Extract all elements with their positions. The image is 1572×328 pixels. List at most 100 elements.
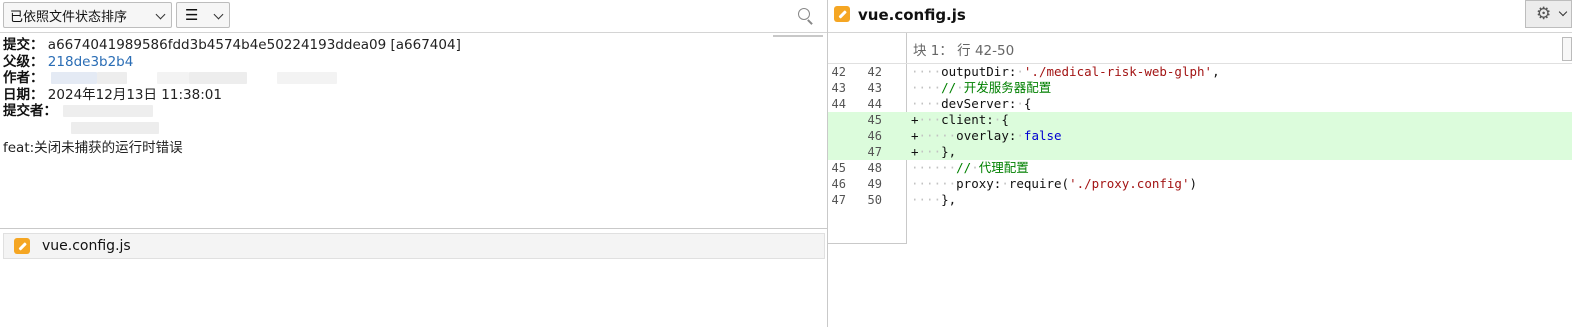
- code-token: ·: [1016, 64, 1024, 79]
- code-token: overlay:: [956, 128, 1017, 143]
- whitespace-marker: ······: [911, 160, 957, 175]
- old-line-number: 47: [831, 193, 846, 207]
- diff-pane: vue.config.js ⚙ 块 1： 行 42-50 42 42 ····out…: [828, 0, 1572, 327]
- old-line-number: 43: [831, 81, 846, 95]
- code-token: 开发服务器配置: [963, 80, 1052, 95]
- committer-redacted: [63, 105, 154, 117]
- old-line-number: 44: [831, 97, 846, 111]
- diff-code: 42 42 ····outputDir:·'./medical-risk-web-g…: [828, 64, 1572, 208]
- diff-line-context[interactable]: 46 49 ······proxy:·require('./proxy.config…: [828, 176, 1572, 192]
- code-token: ·: [956, 80, 964, 95]
- new-line-number: 45: [867, 113, 882, 127]
- file-list-item[interactable]: vue.config.js: [3, 233, 825, 259]
- code-token: //: [941, 80, 957, 95]
- pencil-icon: [14, 238, 30, 254]
- code-text: +·····overlay:·false: [911, 128, 1062, 144]
- new-line-number: 46: [867, 129, 882, 143]
- new-line-number: 49: [867, 177, 882, 191]
- author-redacted: [96, 72, 127, 84]
- commit-label: 提交：: [3, 37, 44, 53]
- whitespace-marker: ····: [911, 64, 942, 79]
- code-token: require(: [1008, 176, 1070, 191]
- diff-header: vue.config.js ⚙: [828, 0, 1572, 33]
- commit-row: 提交： a6674041989586fdd3b4574b4e50224193dd…: [3, 37, 461, 54]
- parent-label: 父级：: [3, 53, 44, 70]
- committer-label: 提交者：: [3, 103, 57, 119]
- commit-message: feat:关闭未捕获的运行时错误: [3, 140, 183, 156]
- code-text: ······proxy:·require('./proxy.config'): [911, 176, 1197, 192]
- old-line-number: 42: [831, 65, 846, 79]
- sort-dropdown-label: 已依照文件状态排序: [10, 9, 128, 25]
- commit-info: 提交： a6674041989586fdd3b4574b4e50224193dd…: [3, 37, 461, 136]
- code-text: ····devServer:·{: [911, 96, 1031, 112]
- diff-line-added[interactable]: 47 +···},: [828, 144, 1572, 160]
- gear-icon: ⚙: [1536, 4, 1552, 24]
- added-marker: +: [911, 144, 919, 159]
- code-text: ······//·代理配置: [911, 160, 1029, 176]
- author-label: 作者：: [3, 70, 44, 86]
- author-redacted: [156, 72, 189, 84]
- code-text: ····},: [911, 192, 956, 208]
- commit-details-pane: 已依照文件状态排序 ☰ 提交： a6674041989586fdd3b4574b…: [0, 0, 828, 327]
- scrollbar[interactable]: [773, 35, 823, 37]
- whitespace-marker: ······: [911, 176, 957, 191]
- author-redacted: [50, 72, 97, 84]
- search-icon[interactable]: [798, 8, 810, 20]
- whitespace-marker: ····: [911, 80, 942, 95]
- whitespace-marker: ····: [911, 192, 942, 207]
- whitespace-marker: ·····: [918, 128, 957, 143]
- code-token: ,: [1212, 64, 1220, 79]
- diff-line-added[interactable]: 46 +·····overlay:·false: [828, 128, 1572, 144]
- diff-file-title: vue.config.js: [858, 6, 966, 24]
- code-token: {: [1001, 112, 1009, 127]
- code-token: outputDir:: [941, 64, 1017, 79]
- diff-line-added[interactable]: 45 +···client:·{: [828, 112, 1572, 128]
- code-token: 代理配置: [978, 160, 1029, 175]
- hunk-header: 块 1： 行 42-50: [913, 43, 1015, 59]
- code-text: +···},: [911, 144, 956, 160]
- added-marker: +: [911, 128, 919, 143]
- code-token: client:: [941, 112, 994, 127]
- file-name: vue.config.js: [42, 238, 131, 254]
- list-icon: ☰: [185, 5, 199, 24]
- view-mode-dropdown[interactable]: ☰: [176, 2, 230, 28]
- code-token: //: [956, 160, 972, 175]
- commit-hash: a6674041989586fdd3b4574b4e50224193ddea09…: [47, 37, 461, 53]
- date-label: 日期：: [3, 86, 44, 103]
- author-redacted: [188, 72, 247, 84]
- code-token: ·: [1016, 128, 1024, 143]
- code-token: './proxy.config': [1069, 176, 1190, 191]
- diff-line-context[interactable]: 47 50 ····},: [828, 192, 1572, 208]
- old-line-number: 46: [831, 177, 846, 191]
- code-token: './medical-risk-web-glph': [1023, 64, 1213, 79]
- settings-button[interactable]: ⚙: [1525, 0, 1572, 28]
- sort-dropdown[interactable]: 已依照文件状态排序: [3, 2, 172, 28]
- code-token: },: [941, 192, 957, 207]
- left-toolbar: 已依照文件状态排序 ☰: [0, 0, 827, 33]
- code-token: ·: [971, 160, 979, 175]
- new-line-number: 50: [867, 193, 882, 207]
- diff-line-context[interactable]: 44 44 ····devServer:·{: [828, 96, 1572, 112]
- new-line-number: 47: [867, 145, 882, 159]
- code-token: {: [1023, 96, 1032, 111]
- whitespace-marker: ···: [918, 112, 942, 127]
- chevron-down-icon: [155, 9, 166, 20]
- code-token: ·: [1001, 176, 1009, 191]
- date-value: 2024年12月13日 11:38:01: [47, 86, 222, 103]
- code-token: proxy:: [956, 176, 1002, 191]
- changed-files-panel: vue.config.js: [0, 228, 827, 328]
- pencil-icon: [834, 6, 850, 22]
- code-token: devServer:: [941, 96, 1017, 111]
- code-text: +···client:·{: [911, 112, 1009, 128]
- parent-hash-link[interactable]: 218de3b2b4: [48, 54, 134, 70]
- scrollbar[interactable]: [1562, 37, 1572, 61]
- new-line-number: 43: [867, 81, 882, 95]
- added-marker: +: [911, 112, 919, 127]
- chevron-down-icon: [213, 9, 224, 20]
- code-text: ····//·开发服务器配置: [911, 80, 1051, 96]
- whitespace-marker: ···: [918, 144, 942, 159]
- diff-line-context[interactable]: 45 48 ······//·代理配置: [828, 160, 1572, 176]
- committer-row: 提交者：: [3, 103, 461, 120]
- diff-line-context[interactable]: 43 43 ····//·开发服务器配置: [828, 80, 1572, 96]
- diff-line-context[interactable]: 42 42 ····outputDir:·'./medical-risk-web-g…: [828, 64, 1572, 80]
